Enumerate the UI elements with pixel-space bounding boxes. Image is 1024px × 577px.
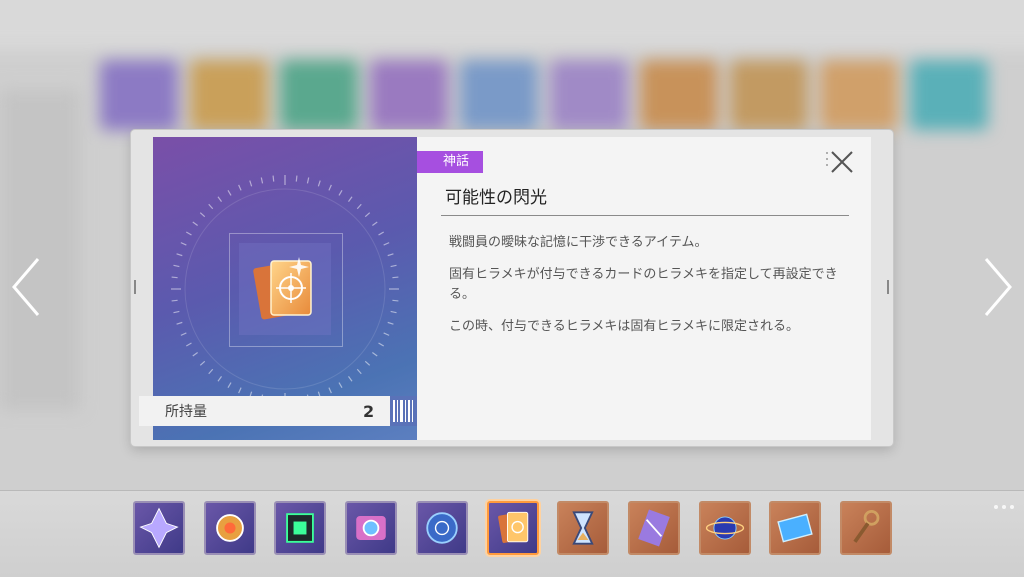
previous-arrow-icon[interactable] xyxy=(8,255,44,319)
inventory-item[interactable] xyxy=(557,501,610,555)
item-art-panel xyxy=(153,137,417,440)
blue-disc-icon xyxy=(426,512,458,544)
modal-handle-left xyxy=(134,280,136,294)
inventory-item[interactable] xyxy=(840,501,892,555)
inventory-item[interactable] xyxy=(274,501,327,555)
close-icon[interactable] xyxy=(825,147,855,177)
crystal-shard-icon xyxy=(139,507,179,549)
next-arrow-icon[interactable] xyxy=(980,255,1016,319)
card-pack-icon xyxy=(497,511,528,543)
hourglass-icon xyxy=(572,511,594,545)
planet-icon xyxy=(705,516,744,540)
inventory-item[interactable] xyxy=(769,501,822,555)
owned-quantity-bar: 所持量 2 xyxy=(139,396,417,426)
card-pack-icon xyxy=(253,257,312,320)
owned-count: 2 xyxy=(363,401,375,421)
page-indicator xyxy=(994,505,1014,509)
chain-key-icon xyxy=(853,509,880,543)
inventory-item[interactable] xyxy=(133,501,185,555)
inventory-item[interactable] xyxy=(627,501,680,555)
blueprint-icon xyxy=(777,513,814,543)
description-line: 戦闘員の曖昧な記憶に干渉できるアイテム。 xyxy=(449,235,708,250)
item-description: 戦闘員の曖昧な記憶に干渉できるアイテム。 固有ヒラメキが付与できるカードのヒラメ… xyxy=(449,233,849,349)
inventory-bar xyxy=(0,490,1024,577)
golden-orb-icon xyxy=(215,514,244,542)
inventory-item[interactable] xyxy=(415,501,468,555)
inventory-item[interactable] xyxy=(698,501,751,555)
inventory-item[interactable] xyxy=(486,501,539,555)
camera-icon xyxy=(356,516,386,540)
inventory-item[interactable] xyxy=(345,501,398,555)
title-divider xyxy=(441,215,849,216)
item-info-panel: 神話 可能性の閃光 戦闘員の曖昧な記憶に干渉できるアイテム。 固有ヒラメキが付与… xyxy=(417,137,871,440)
barcode-decoration xyxy=(390,396,417,426)
description-line: 固有ヒラメキが付与できるカードのヒラメキを指定して再設定できる。 xyxy=(449,267,838,302)
description-line: この時、付与できるヒラメキは固有ヒラメキに限定される。 xyxy=(449,319,799,334)
owned-label: 所持量 xyxy=(165,404,207,420)
inventory-item[interactable] xyxy=(203,501,256,555)
rarity-badge: 神話 xyxy=(417,151,484,173)
green-cube-icon xyxy=(286,513,315,543)
item-name: 可能性の閃光 xyxy=(445,188,547,208)
scroll-icon xyxy=(638,509,670,547)
modal-handle-right xyxy=(887,280,889,294)
